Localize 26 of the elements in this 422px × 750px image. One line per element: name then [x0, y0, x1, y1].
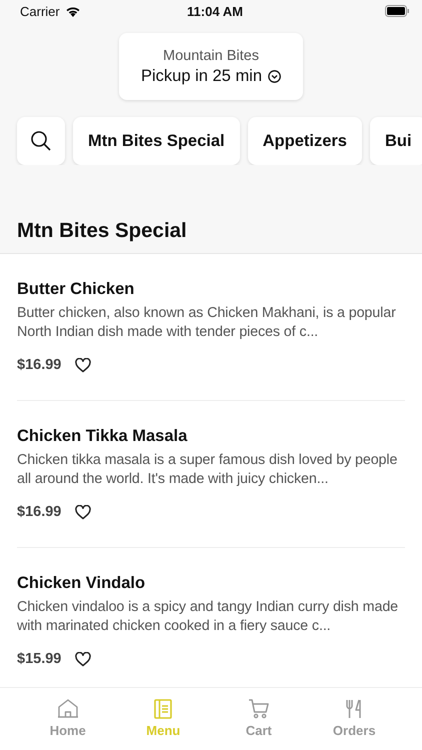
- restaurant-name: Mountain Bites: [163, 48, 259, 64]
- category-tab[interactable]: Bui: [370, 117, 422, 165]
- heart-icon[interactable]: [75, 504, 92, 520]
- dish-price: $16.99: [17, 357, 62, 373]
- dish-description: Chicken tikka masala is a super famous dish loved by people all around the world. It's made with juicy chicken...: [17, 451, 398, 489]
- clock-time: 11:04 AM: [187, 4, 243, 18]
- dish-description: Butter chicken, also known as Chicken Makhani, is a popular North Indian dish made with tender pieces of c...: [17, 304, 397, 342]
- dish-name: Chicken Tikka Masala: [17, 427, 188, 446]
- chevron-down-icon: [268, 70, 282, 82]
- battery-icon: [384, 5, 410, 17]
- carrier-text: Carrier: [20, 4, 60, 18]
- wifi-icon: [64, 5, 81, 17]
- dish-price: $15.99: [17, 651, 62, 667]
- heart-icon[interactable]: [75, 652, 92, 666]
- dish-price: $16.99: [17, 504, 62, 520]
- pickup-selector[interactable]: Mountain Bites Pickup in 25 min: [119, 33, 303, 100]
- pickup-time: Pickup in 25 min: [140, 66, 262, 86]
- category-tab[interactable]: Mtn Bites Special: [73, 117, 240, 165]
- dish-description: Chicken vindaloo is a spicy and tangy Indian curry dish made with marinated chicken cooked in a fiery sauce c...: [17, 598, 400, 636]
- heart-icon[interactable]: [75, 358, 92, 372]
- dish-name: Butter Chicken: [17, 280, 136, 299]
- search-icon: [30, 130, 52, 152]
- search-button[interactable]: [17, 117, 65, 165]
- cart-icon: [246, 697, 271, 721]
- dish-name: Chicken Vindalo: [17, 574, 146, 593]
- category-tab[interactable]: Appetizers: [248, 117, 362, 165]
